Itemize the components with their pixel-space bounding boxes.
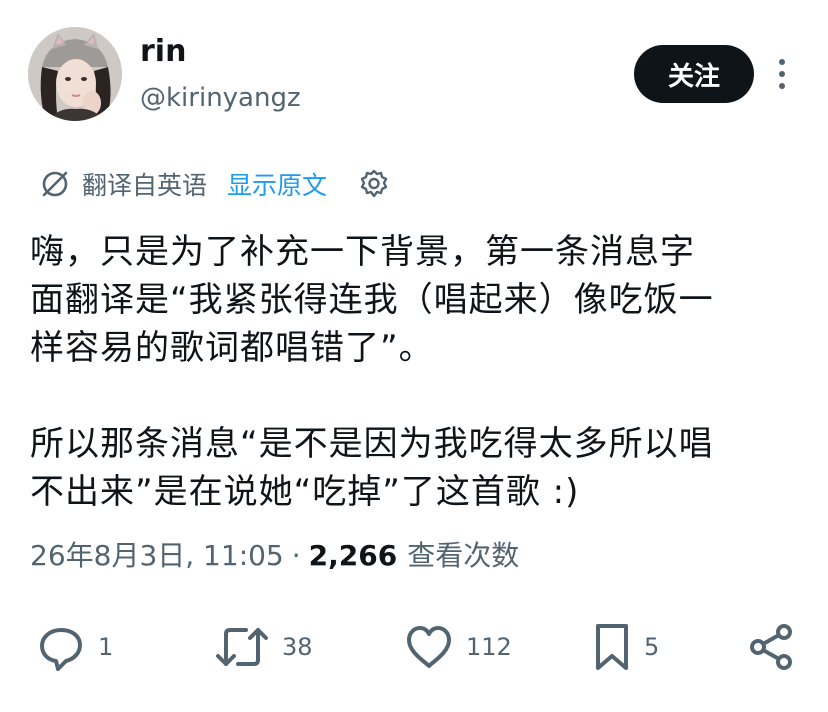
retweet-button[interactable]: 38 <box>214 620 313 674</box>
translation-label: 翻译自英语 <box>82 171 208 200</box>
gear-icon[interactable] <box>357 167 391 201</box>
show-original-link[interactable]: 显示原文 <box>227 166 327 202</box>
retweet-count: 38 <box>282 633 313 661</box>
like-icon <box>407 626 451 668</box>
reply-count: 1 <box>98 633 114 661</box>
reply-icon <box>40 628 82 671</box>
tweet-line: 样容易的歌词都唱错了”。 <box>30 328 434 368</box>
tweet-line: 嗨，只是为了补充一下背景，第一条消息字 <box>30 232 695 272</box>
avatar[interactable] <box>28 27 122 121</box>
tweet-line: 面翻译是“我紧张得连我（唱起来）像吃饭一 <box>30 280 714 320</box>
tweet-card: rin @kirinyangz 关注 翻译自英语 显示原文 嗨，只是为了补充一下… <box>0 0 828 712</box>
timestamp[interactable]: 26年8月3日, 11:05 <box>30 532 284 580</box>
share-button[interactable] <box>748 620 796 674</box>
tweet-meta: 26年8月3日, 11:05 · 2,266 查看次数 <box>30 532 519 580</box>
display-name[interactable]: rin <box>140 34 186 70</box>
translate-icon <box>38 167 72 201</box>
retweet-icon <box>216 628 268 666</box>
bookmark-count: 5 <box>644 633 660 661</box>
translation-bar: 翻译自英语 显示原文 <box>38 162 391 206</box>
handle[interactable]: @kirinyangz <box>140 82 301 114</box>
more-icon[interactable] <box>770 52 794 96</box>
bookmark-button[interactable]: 5 <box>592 620 659 674</box>
like-button[interactable]: 112 <box>404 620 512 674</box>
like-count: 112 <box>466 633 512 661</box>
meta-separator: · <box>291 539 301 572</box>
share-icon <box>750 624 792 670</box>
reply-button[interactable]: 1 <box>36 620 113 674</box>
views-count: 2,266 <box>308 539 398 572</box>
tweet-text: 嗨，只是为了补充一下背景，第一条消息字 面翻译是“我紧张得连我（唱起来）像吃饭一… <box>30 228 800 516</box>
tweet-line: 不出来”是在说她“吃掉”了这首歌 :) <box>30 472 580 512</box>
follow-button[interactable]: 关注 <box>634 45 754 103</box>
tweet-line: 所以那条消息“是不是因为我吃得太多所以唱 <box>30 424 714 464</box>
views-label: 查看次数 <box>407 539 520 572</box>
bookmark-icon <box>596 624 628 670</box>
